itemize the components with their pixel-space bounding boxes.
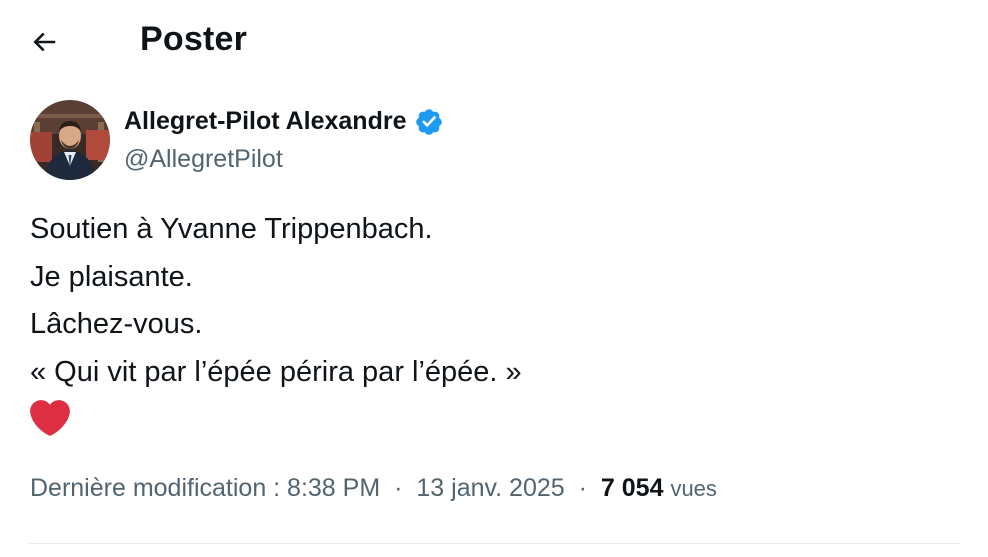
red-heart-icon — [30, 400, 70, 436]
tweet-text: Soutien à Yvanne Trippenbach. Je plaisan… — [30, 206, 522, 438]
back-button[interactable] — [24, 22, 64, 62]
tweet-metadata: Dernière modification : 8:38 PM · 13 jan… — [30, 474, 717, 503]
views-label: vues — [670, 476, 717, 501]
tweet-line: « Qui vit par l’épée périra par l’épée. … — [30, 355, 522, 388]
author-names: Allegret-Pilot Alexandre @AllegretPilot — [124, 107, 444, 174]
divider — [28, 543, 960, 544]
author-block: Allegret-Pilot Alexandre @AllegretPilot — [30, 100, 444, 180]
tweet-line: Je plaisante. — [30, 260, 193, 293]
date-link[interactable]: 13 janv. 2025 — [416, 474, 564, 502]
arrow-left-icon — [33, 32, 56, 52]
page-title: Poster — [140, 20, 248, 58]
separator-dot: · — [578, 474, 587, 502]
views-count: 7 054 — [600, 474, 664, 502]
top-bar: Poster — [0, 0, 988, 84]
author-handle[interactable]: @AllegretPilot — [124, 145, 444, 174]
edited-timestamp-link[interactable]: Dernière modification : 8:38 PM — [30, 474, 380, 502]
avatar-image — [30, 100, 110, 180]
separator-dot: · — [394, 474, 403, 502]
display-name[interactable]: Allegret-Pilot Alexandre — [124, 107, 406, 136]
avatar[interactable] — [30, 100, 110, 180]
verified-badge-icon[interactable] — [414, 107, 444, 137]
name-row: Allegret-Pilot Alexandre — [124, 107, 444, 137]
tweet-line: Soutien à Yvanne Trippenbach. — [30, 213, 433, 245]
tweet-line: Lâchez-vous. — [30, 308, 203, 340]
